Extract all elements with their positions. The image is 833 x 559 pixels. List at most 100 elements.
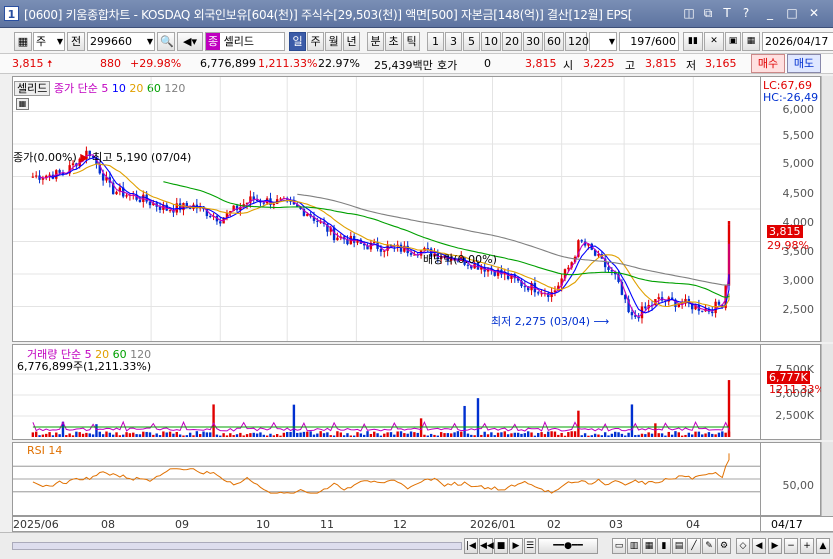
period-year-button[interactable]: 년 [343, 32, 360, 51]
period-month-button[interactable]: 월 [325, 32, 342, 51]
period-day-button[interactable]: 일 [289, 32, 306, 51]
volume-bar [583, 433, 587, 437]
volume-bar [118, 435, 122, 437]
fit-icon[interactable]: ▲ [816, 538, 830, 554]
volume-chart-pane[interactable]: 거래량 단순 5 20 60 120 6,776,899주(1,211.33%) [12, 344, 761, 440]
price-pane-scrollbar[interactable] [821, 76, 833, 342]
settings-icon[interactable]: ⚙ [717, 538, 731, 554]
date-input[interactable]: 2026/04/17 [762, 32, 833, 51]
type-select[interactable]: 주 ▼ [33, 32, 65, 51]
chart-type-icon[interactable]: ▤ [672, 538, 686, 554]
app-icon[interactable]: 1 [4, 6, 19, 21]
volume-bar [473, 435, 476, 437]
text-tool-icon[interactable]: T [719, 5, 735, 22]
volume-bar [620, 433, 624, 437]
volume-bar [45, 433, 48, 437]
candle-body [272, 203, 276, 206]
volume-bar [185, 435, 189, 437]
zoom-reset-icon[interactable]: ◇ [736, 538, 750, 554]
volume-pane-scrollbar[interactable] [821, 344, 833, 440]
zoom-out-icon[interactable]: − [784, 538, 798, 554]
interval-10-button[interactable]: 10 [481, 32, 501, 51]
trend-icon[interactable]: ╱ [687, 538, 701, 554]
price-chart-pane[interactable]: 셀리드 종가 단순 5 10 20 60 120 ▦ 종가(0.00%) ▶ 최… [12, 76, 761, 342]
period-second-button[interactable]: 초 [385, 32, 402, 51]
volume-bar [329, 435, 332, 437]
menu-icon[interactable]: ☰ [524, 538, 536, 554]
volume-bar [506, 434, 510, 437]
change-value: 880 [100, 57, 121, 70]
speaker-icon[interactable]: ◀▾ [177, 32, 203, 51]
jeon-button[interactable]: 전 [67, 32, 85, 51]
buy-button[interactable]: 매수 [751, 54, 785, 73]
volume-bar [593, 433, 597, 437]
interval-5-button[interactable]: 5 [463, 32, 480, 51]
candle-body [537, 292, 540, 294]
interval-120-button[interactable]: 120 [565, 32, 589, 51]
volume-bar [436, 435, 440, 437]
help-icon[interactable]: ? [738, 5, 754, 22]
link-window-icon[interactable]: ◫ [681, 5, 697, 22]
rsi-chart-pane[interactable]: RSI 14 [12, 442, 761, 516]
volume-bar [540, 432, 543, 437]
scroll-back-icon[interactable]: ◀◀ [479, 538, 494, 554]
volume-bar [677, 432, 680, 437]
candle-body [644, 306, 647, 309]
interval-20-button[interactable]: 20 [502, 32, 522, 51]
volume-bar [85, 432, 88, 437]
custom-interval-input[interactable]: ▼ [589, 32, 617, 51]
stop-icon[interactable]: ■ [494, 538, 508, 554]
split-icon[interactable]: ▥ [627, 538, 641, 554]
grid-icon[interactable]: ▦ [642, 538, 656, 554]
maximize-button[interactable]: □ [784, 5, 800, 22]
volume-bar [714, 434, 717, 437]
left-gutter [0, 76, 12, 342]
minimize-button[interactable]: _ [762, 5, 778, 22]
interval-1-button[interactable]: 1 [427, 32, 444, 51]
scroll-start-icon[interactable]: |◀ [464, 538, 478, 554]
interval-3-button[interactable]: 3 [445, 32, 462, 51]
volume-bar [255, 433, 259, 437]
open-price: 3,225 [583, 57, 615, 70]
search-icon[interactable]: 🔍 [157, 32, 175, 51]
crosshair-icon[interactable]: ✕ [704, 32, 724, 51]
volume-bar [111, 434, 115, 437]
range-slider[interactable]: ━━●━━ [538, 538, 598, 554]
candle-icon[interactable]: ▮ [657, 538, 671, 554]
calendar-icon[interactable]: ▦ [742, 32, 760, 51]
volume-bar [195, 431, 199, 437]
stock-name-field[interactable]: 종 셀리드 [205, 32, 285, 51]
candle-settings-icon[interactable]: ▮▮ [683, 32, 703, 51]
interval-60-button[interactable]: 60 [544, 32, 564, 51]
volume-bar [319, 431, 322, 437]
period-tick-button[interactable]: 틱 [403, 32, 420, 51]
volume-bar [336, 431, 339, 437]
close-button[interactable]: ✕ [806, 5, 822, 22]
candle-body [58, 170, 61, 173]
layout-icon[interactable]: ▭ [612, 538, 626, 554]
volume-bar [393, 434, 396, 437]
count-field[interactable]: 197/600 [619, 32, 679, 51]
zoom-in-icon[interactable]: + [800, 538, 814, 554]
volume-bar [262, 434, 265, 437]
volume-bar [339, 432, 342, 437]
sell-button[interactable]: 매도 [787, 54, 821, 73]
scroll-forward-icon[interactable]: ▶ [509, 538, 523, 554]
period-minute-button[interactable]: 분 [367, 32, 384, 51]
save-icon[interactable]: ▣ [725, 32, 741, 51]
interval-30-button[interactable]: 30 [523, 32, 543, 51]
horizontal-scrollbar[interactable] [12, 542, 462, 550]
rsi-pane-scrollbar[interactable] [821, 442, 833, 516]
volume-bar [198, 434, 202, 437]
volume-bar [132, 432, 135, 437]
volume-bar [697, 431, 701, 437]
scroll-left-icon[interactable]: ◀ [752, 538, 766, 554]
volume-bar [359, 433, 363, 437]
volume-bar [496, 432, 500, 437]
draw-icon[interactable]: ✎ [702, 538, 716, 554]
stock-code-input[interactable]: 299660 ▼ [87, 32, 155, 51]
scroll-right-icon[interactable]: ▶ [768, 538, 782, 554]
period-week-button[interactable]: 주 [307, 32, 324, 51]
duplicate-window-icon[interactable]: ⧉ [700, 5, 716, 22]
grid-menu-icon[interactable]: ▦ [14, 32, 32, 51]
